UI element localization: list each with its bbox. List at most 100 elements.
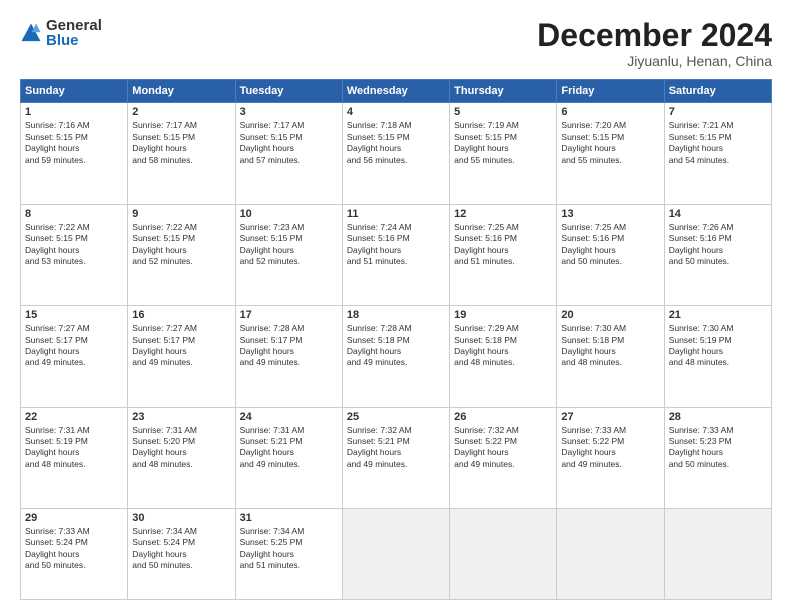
day-number: 20 [561, 309, 659, 321]
day-info: Sunrise: 7:27 AMSunset: 5:17 PMDaylight … [25, 323, 123, 369]
calendar-cell: 26 Sunrise: 7:32 AMSunset: 5:22 PMDaylig… [450, 407, 557, 508]
calendar-cell [342, 508, 449, 599]
day-info: Sunrise: 7:25 AMSunset: 5:16 PMDaylight … [454, 222, 552, 268]
day-number: 29 [25, 512, 123, 524]
calendar-cell: 3 Sunrise: 7:17 AMSunset: 5:15 PMDayligh… [235, 103, 342, 204]
day-info: Sunrise: 7:32 AMSunset: 5:21 PMDaylight … [347, 425, 445, 471]
day-number: 21 [669, 309, 767, 321]
day-number: 6 [561, 106, 659, 118]
logo-blue: Blue [46, 33, 102, 48]
day-number: 17 [240, 309, 338, 321]
day-info: Sunrise: 7:30 AMSunset: 5:19 PMDaylight … [669, 323, 767, 369]
calendar-cell: 14 Sunrise: 7:26 AMSunset: 5:16 PMDaylig… [664, 204, 771, 305]
day-info: Sunrise: 7:23 AMSunset: 5:15 PMDaylight … [240, 222, 338, 268]
calendar-table: Sunday Monday Tuesday Wednesday Thursday… [20, 79, 772, 600]
calendar-cell: 6 Sunrise: 7:20 AMSunset: 5:15 PMDayligh… [557, 103, 664, 204]
day-number: 23 [132, 411, 230, 423]
calendar-cell: 11 Sunrise: 7:24 AMSunset: 5:16 PMDaylig… [342, 204, 449, 305]
calendar-cell: 15 Sunrise: 7:27 AMSunset: 5:17 PMDaylig… [21, 306, 128, 407]
title-block: December 2024 Jiyuanlu, Henan, China [537, 18, 772, 69]
day-number: 16 [132, 309, 230, 321]
day-info: Sunrise: 7:22 AMSunset: 5:15 PMDaylight … [132, 222, 230, 268]
calendar-cell: 27 Sunrise: 7:33 AMSunset: 5:22 PMDaylig… [557, 407, 664, 508]
day-number: 12 [454, 208, 552, 220]
day-info: Sunrise: 7:34 AMSunset: 5:24 PMDaylight … [132, 526, 230, 572]
calendar-cell: 24 Sunrise: 7:31 AMSunset: 5:21 PMDaylig… [235, 407, 342, 508]
day-info: Sunrise: 7:29 AMSunset: 5:18 PMDaylight … [454, 323, 552, 369]
header-row: Sunday Monday Tuesday Wednesday Thursday… [21, 80, 772, 103]
day-number: 26 [454, 411, 552, 423]
col-sunday: Sunday [21, 80, 128, 103]
calendar-header: Sunday Monday Tuesday Wednesday Thursday… [21, 80, 772, 103]
logo-text: General Blue [46, 18, 102, 48]
day-info: Sunrise: 7:28 AMSunset: 5:18 PMDaylight … [347, 323, 445, 369]
day-number: 30 [132, 512, 230, 524]
calendar-cell: 30 Sunrise: 7:34 AMSunset: 5:24 PMDaylig… [128, 508, 235, 599]
day-info: Sunrise: 7:34 AMSunset: 5:25 PMDaylight … [240, 526, 338, 572]
day-info: Sunrise: 7:22 AMSunset: 5:15 PMDaylight … [25, 222, 123, 268]
month-title: December 2024 [537, 18, 772, 53]
day-info: Sunrise: 7:17 AMSunset: 5:15 PMDaylight … [240, 120, 338, 166]
day-number: 1 [25, 106, 123, 118]
day-info: Sunrise: 7:20 AMSunset: 5:15 PMDaylight … [561, 120, 659, 166]
calendar-cell: 28 Sunrise: 7:33 AMSunset: 5:23 PMDaylig… [664, 407, 771, 508]
col-wednesday: Wednesday [342, 80, 449, 103]
calendar-cell: 22 Sunrise: 7:31 AMSunset: 5:19 PMDaylig… [21, 407, 128, 508]
calendar-body: 1 Sunrise: 7:16 AMSunset: 5:15 PMDayligh… [21, 103, 772, 600]
calendar-cell: 5 Sunrise: 7:19 AMSunset: 5:15 PMDayligh… [450, 103, 557, 204]
day-number: 11 [347, 208, 445, 220]
day-info: Sunrise: 7:30 AMSunset: 5:18 PMDaylight … [561, 323, 659, 369]
location: Jiyuanlu, Henan, China [537, 53, 772, 69]
day-number: 31 [240, 512, 338, 524]
calendar-cell: 18 Sunrise: 7:28 AMSunset: 5:18 PMDaylig… [342, 306, 449, 407]
calendar-cell: 1 Sunrise: 7:16 AMSunset: 5:15 PMDayligh… [21, 103, 128, 204]
day-info: Sunrise: 7:33 AMSunset: 5:22 PMDaylight … [561, 425, 659, 471]
day-info: Sunrise: 7:25 AMSunset: 5:16 PMDaylight … [561, 222, 659, 268]
day-number: 4 [347, 106, 445, 118]
day-info: Sunrise: 7:27 AMSunset: 5:17 PMDaylight … [132, 323, 230, 369]
col-saturday: Saturday [664, 80, 771, 103]
day-number: 5 [454, 106, 552, 118]
day-number: 8 [25, 208, 123, 220]
day-info: Sunrise: 7:16 AMSunset: 5:15 PMDaylight … [25, 120, 123, 166]
header: General Blue December 2024 Jiyuanlu, Hen… [20, 18, 772, 69]
calendar-cell: 21 Sunrise: 7:30 AMSunset: 5:19 PMDaylig… [664, 306, 771, 407]
day-number: 15 [25, 309, 123, 321]
day-info: Sunrise: 7:31 AMSunset: 5:20 PMDaylight … [132, 425, 230, 471]
calendar-cell: 8 Sunrise: 7:22 AMSunset: 5:15 PMDayligh… [21, 204, 128, 305]
calendar-cell: 4 Sunrise: 7:18 AMSunset: 5:15 PMDayligh… [342, 103, 449, 204]
day-info: Sunrise: 7:21 AMSunset: 5:15 PMDaylight … [669, 120, 767, 166]
page: General Blue December 2024 Jiyuanlu, Hen… [0, 0, 792, 612]
day-number: 28 [669, 411, 767, 423]
day-info: Sunrise: 7:31 AMSunset: 5:19 PMDaylight … [25, 425, 123, 471]
day-number: 7 [669, 106, 767, 118]
col-friday: Friday [557, 80, 664, 103]
col-tuesday: Tuesday [235, 80, 342, 103]
calendar-cell: 17 Sunrise: 7:28 AMSunset: 5:17 PMDaylig… [235, 306, 342, 407]
day-info: Sunrise: 7:33 AMSunset: 5:23 PMDaylight … [669, 425, 767, 471]
day-info: Sunrise: 7:31 AMSunset: 5:21 PMDaylight … [240, 425, 338, 471]
col-thursday: Thursday [450, 80, 557, 103]
calendar-cell: 19 Sunrise: 7:29 AMSunset: 5:18 PMDaylig… [450, 306, 557, 407]
calendar-cell: 29 Sunrise: 7:33 AMSunset: 5:24 PMDaylig… [21, 508, 128, 599]
calendar-cell: 25 Sunrise: 7:32 AMSunset: 5:21 PMDaylig… [342, 407, 449, 508]
calendar-cell: 9 Sunrise: 7:22 AMSunset: 5:15 PMDayligh… [128, 204, 235, 305]
calendar-cell: 10 Sunrise: 7:23 AMSunset: 5:15 PMDaylig… [235, 204, 342, 305]
calendar-cell [664, 508, 771, 599]
day-info: Sunrise: 7:32 AMSunset: 5:22 PMDaylight … [454, 425, 552, 471]
calendar-cell: 2 Sunrise: 7:17 AMSunset: 5:15 PMDayligh… [128, 103, 235, 204]
logo-icon [20, 22, 42, 44]
calendar-cell: 20 Sunrise: 7:30 AMSunset: 5:18 PMDaylig… [557, 306, 664, 407]
day-number: 27 [561, 411, 659, 423]
calendar-cell [450, 508, 557, 599]
day-number: 22 [25, 411, 123, 423]
day-info: Sunrise: 7:19 AMSunset: 5:15 PMDaylight … [454, 120, 552, 166]
day-number: 9 [132, 208, 230, 220]
day-number: 19 [454, 309, 552, 321]
calendar-cell: 7 Sunrise: 7:21 AMSunset: 5:15 PMDayligh… [664, 103, 771, 204]
day-info: Sunrise: 7:24 AMSunset: 5:16 PMDaylight … [347, 222, 445, 268]
calendar-cell [557, 508, 664, 599]
calendar-cell: 13 Sunrise: 7:25 AMSunset: 5:16 PMDaylig… [557, 204, 664, 305]
day-number: 25 [347, 411, 445, 423]
day-info: Sunrise: 7:26 AMSunset: 5:16 PMDaylight … [669, 222, 767, 268]
